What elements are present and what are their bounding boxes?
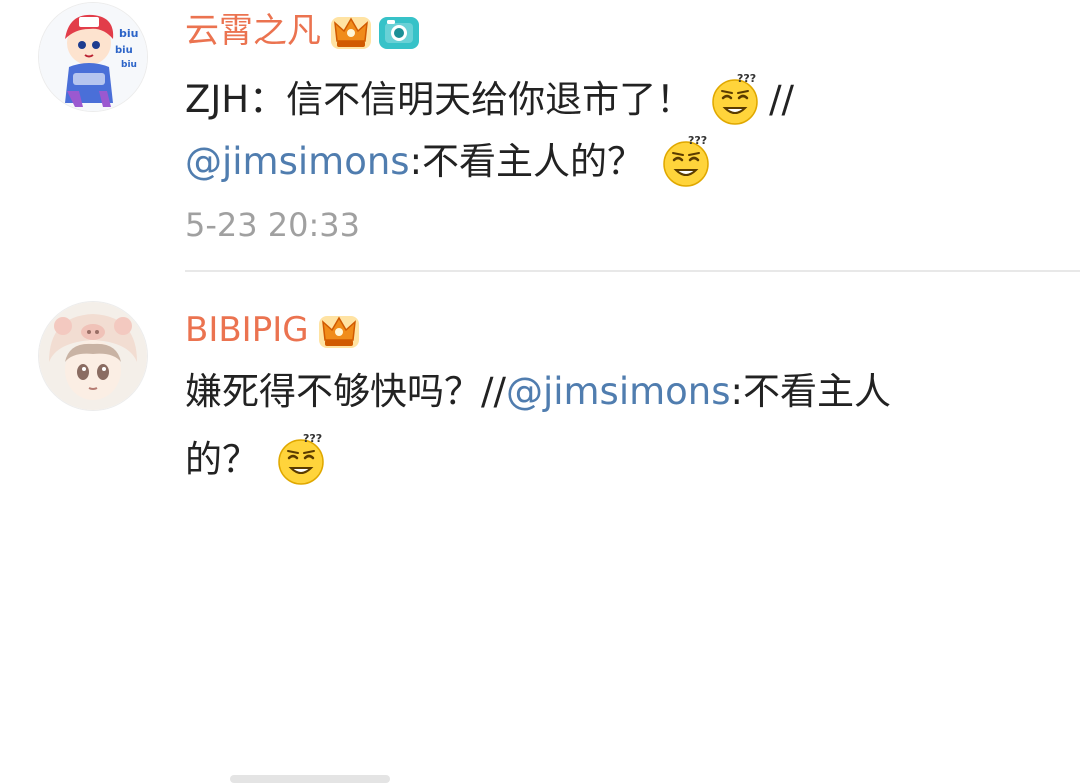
cut-off-timestamp: [230, 775, 390, 783]
mention-link[interactable]: @jimsimons: [185, 139, 410, 185]
comment-text-line: @jimsimons :不看主人的？: [185, 134, 720, 190]
avatar[interactable]: biu biu biu: [38, 2, 148, 112]
mention-link[interactable]: @jimsimons: [506, 369, 731, 415]
comment-text: :不看主人的？: [409, 140, 645, 183]
user-name-row: BIBIPIG: [185, 305, 361, 355]
user-name-row: 云霄之凡: [185, 6, 421, 56]
comment-text-line: ZJH：信不信明天给你退市了！ //: [185, 72, 794, 128]
comment-text: 嫌死得不够快吗？//: [185, 370, 506, 413]
comment-item: biu biu biu 云霄之凡 ZJH：信不信明天给你退市了！ // @jim…: [0, 0, 1080, 272]
avatar-cartoon-boy-icon: biu biu biu: [39, 3, 147, 111]
user-name[interactable]: 云霄之凡: [185, 11, 321, 51]
avatar[interactable]: [38, 301, 148, 411]
doubt-smirk-emoji-icon: [658, 134, 714, 190]
doubt-smirk-emoji-icon: [707, 72, 763, 128]
timestamp: 5-23 20:33: [185, 206, 361, 244]
camera-badge-icon[interactable]: [377, 11, 421, 51]
avatar-pig-hat-girl-icon: [39, 302, 147, 410]
svg-text:biu: biu: [115, 45, 133, 56]
comment-text: :不看主人: [730, 370, 891, 413]
repost-separator: //: [769, 78, 795, 121]
comment-text-line: 的？: [185, 432, 335, 488]
comment-text: 的？: [185, 438, 259, 481]
comment-item: BIBIPIG 嫌死得不够快吗？// @jimsimons :不看主人 的？: [0, 272, 1080, 783]
comment-text: ZJH：信不信明天给你退市了！: [185, 78, 694, 121]
svg-text:biu: biu: [119, 27, 138, 40]
svg-text:biu: biu: [121, 60, 137, 70]
crown-badge-icon[interactable]: [329, 11, 373, 51]
comment-text-line: 嫌死得不够快吗？// @jimsimons :不看主人: [185, 369, 891, 415]
doubt-smirk-emoji-icon: [273, 432, 329, 488]
crown-badge-icon[interactable]: [317, 310, 361, 350]
user-name[interactable]: BIBIPIG: [185, 310, 309, 350]
